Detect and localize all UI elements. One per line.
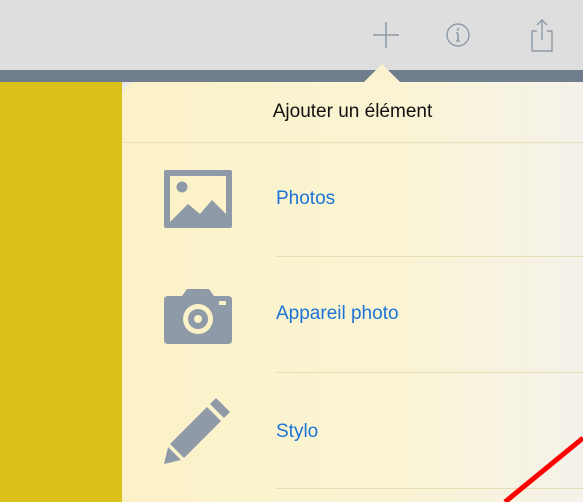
menu-item-label-pen: Stylo	[276, 421, 319, 442]
share-icon[interactable]	[522, 12, 562, 58]
pen-icon	[160, 395, 236, 465]
menu-item-camera[interactable]: Appareil photo	[122, 257, 583, 373]
popover-arrow	[364, 64, 400, 82]
menu-item-photos[interactable]: Photos	[122, 142, 583, 258]
camera-icon	[160, 281, 236, 351]
info-icon[interactable]	[438, 12, 478, 58]
menu-item-label-photos: Photos	[276, 188, 336, 209]
menu-item-label-camera: Appareil photo	[276, 303, 399, 324]
header-divider	[0, 70, 583, 82]
menu-item-pen[interactable]: Stylo	[122, 373, 583, 489]
add-element-popover: Ajouter un élément Photos Appareil photo	[122, 82, 583, 502]
separator	[276, 488, 583, 489]
photos-icon	[160, 164, 236, 234]
top-toolbar	[0, 0, 583, 70]
add-icon[interactable]	[366, 12, 406, 58]
yellow-document-panel	[0, 82, 122, 502]
popover-title: Ajouter un élément	[122, 82, 583, 143]
